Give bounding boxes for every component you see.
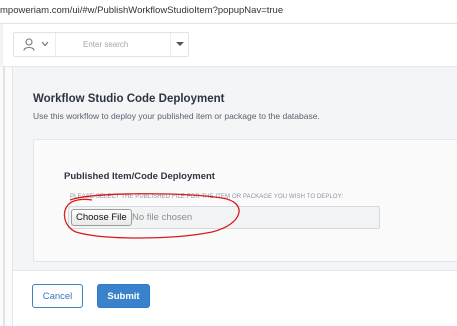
header-left-edge [0,24,3,67]
user-icon [23,38,35,51]
choose-file-button[interactable]: Choose File [71,209,132,226]
address-url[interactable]: mpoweriam.com/ui/#w/PublishWorkflowStudi… [0,5,283,16]
search-dropdown-button[interactable] [170,33,189,56]
page-description: Use this workflow to deploy your publish… [33,111,320,121]
browser-address-bar[interactable]: mpoweriam.com/ui/#w/PublishWorkflowStudi… [0,0,457,24]
search-input[interactable] [57,33,169,56]
file-field-label: PLEASE SELECT THE PUBLISHED FILE FOR THE… [70,194,344,200]
deployment-card: Published Item/Code Deployment PLEASE SE… [33,139,457,262]
caret-down-icon [176,42,184,46]
form-footer: Cancel Submit [13,270,457,326]
page-title: Workflow Studio Code Deployment [33,93,225,105]
page-body: Workflow Studio Code Deployment Use this… [0,67,457,326]
search-bar [13,32,189,57]
side-panel-edge [0,67,13,326]
chevron-down-icon [41,41,49,47]
cancel-button[interactable]: Cancel [32,284,83,308]
card-title: Published Item/Code Deployment [64,171,215,182]
file-status-text: No file chosen [132,212,193,223]
user-menu-button[interactable] [14,33,56,56]
submit-button[interactable]: Submit [97,284,150,308]
app-header [0,24,457,67]
file-input[interactable]: Choose File No file chosen [68,206,380,229]
